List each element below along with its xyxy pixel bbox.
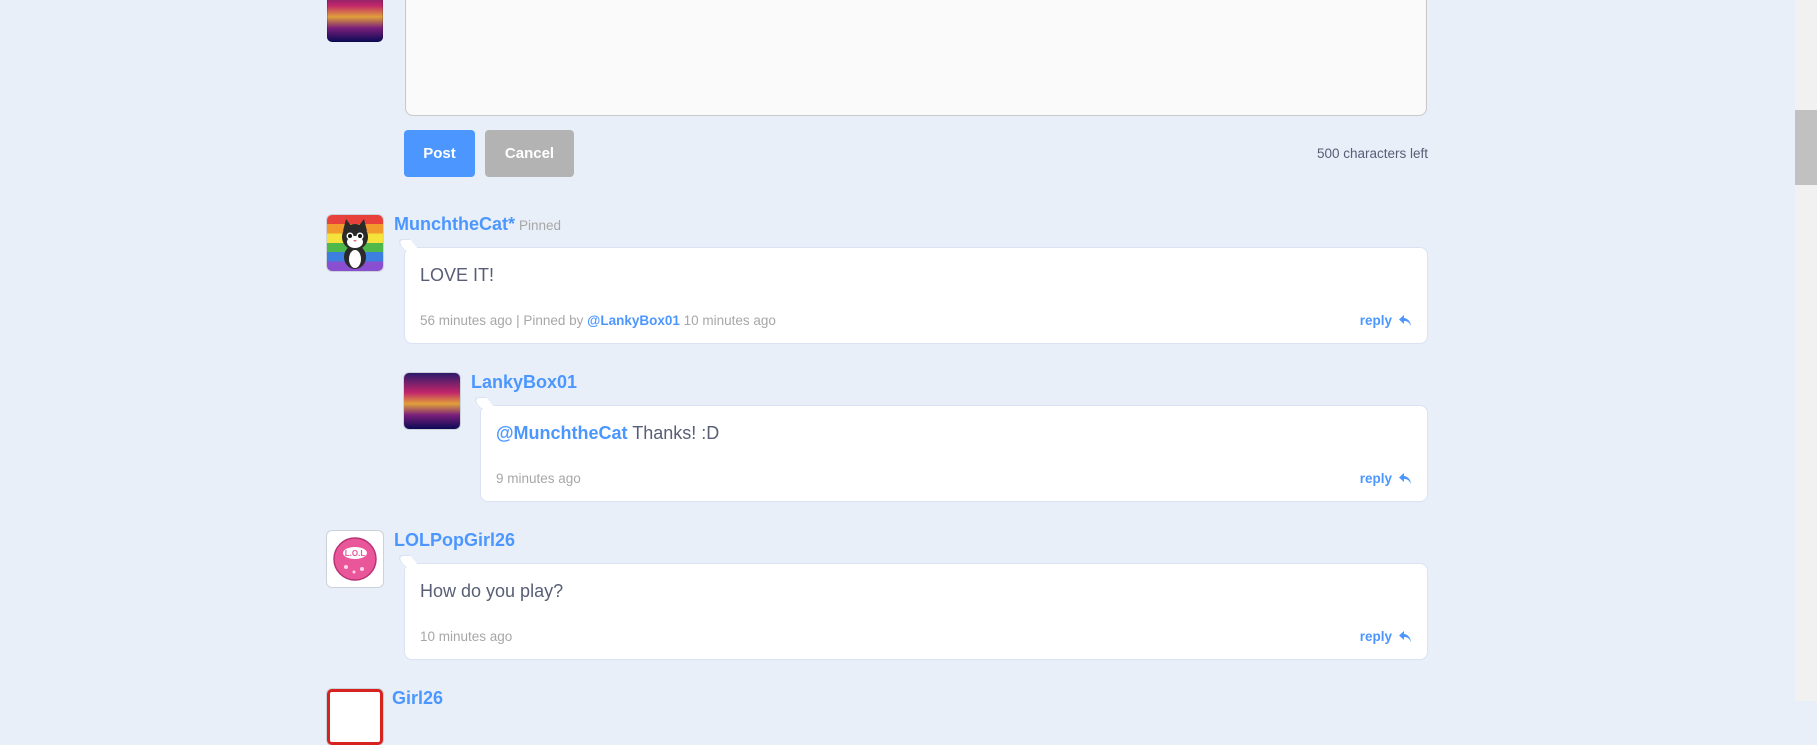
comment-textarea[interactable] <box>405 0 1427 116</box>
comment-time: 10 minutes ago <box>420 629 513 644</box>
comment-meta: 56 minutes ago | Pinned by @LankyBox01 1… <box>420 313 776 328</box>
reply-time: 9 minutes ago <box>496 471 581 486</box>
pinned-by-user-link[interactable]: @LankyBox01 <box>587 313 680 328</box>
reply-bubble: @MunchtheCat Thanks! :D 9 minutes ago re… <box>480 405 1428 502</box>
pinned-label: Pinned <box>519 218 562 233</box>
lol-ball-avatar-icon: L.O.L <box>333 537 377 581</box>
scrollbar-track[interactable] <box>1795 0 1817 701</box>
characters-left-counter: 500 characters left <box>1316 146 1428 161</box>
comment-time: 56 minutes ago <box>420 313 513 328</box>
svg-text:L.O.L: L.O.L <box>345 549 366 558</box>
reply-button[interactable]: reply <box>1360 313 1412 328</box>
reply-button[interactable]: reply <box>1360 471 1412 486</box>
reply-arrow-icon <box>1399 631 1411 642</box>
reply-arrow-icon <box>1399 315 1411 326</box>
comment-username[interactable]: MunchtheCat* <box>394 214 515 235</box>
mention-link[interactable]: @MunchtheCat <box>496 423 628 443</box>
reply-arrow-icon <box>1399 473 1411 484</box>
cancel-button[interactable]: Cancel <box>485 130 574 177</box>
post-button[interactable]: Post <box>404 130 475 177</box>
comment-text: LOVE IT! <box>420 265 495 285</box>
reply-meta: 9 minutes ago <box>496 471 581 486</box>
avatar-lolpopgirl26[interactable]: L.O.L <box>327 531 383 587</box>
reply-body: Thanks! :D <box>627 423 720 443</box>
reply-label: reply <box>1359 313 1392 328</box>
comment-bubble: LOVE IT! 56 minutes ago | Pinned by @Lan… <box>404 247 1428 344</box>
reply-label: reply <box>1359 471 1392 486</box>
comment-bubble: How do you play? 10 minutes ago reply <box>404 563 1428 660</box>
avatar-girl26[interactable] <box>327 689 383 745</box>
comment-meta: 10 minutes ago <box>420 629 512 644</box>
reply-label: reply <box>1359 629 1392 644</box>
avatar-lankybox01[interactable] <box>404 373 460 429</box>
comment-username[interactable]: LOLPopGirl26 <box>394 530 515 550</box>
pinned-time: 10 minutes ago <box>683 313 776 328</box>
composer-user-avatar <box>327 0 383 42</box>
pinned-by-label: | Pinned by <box>516 313 584 328</box>
cat-avatar-icon <box>342 219 368 269</box>
reply-text: @MunchtheCat Thanks! :D <box>496 423 719 444</box>
reply-button[interactable]: reply <box>1360 629 1412 644</box>
comment-username[interactable]: Girl26 <box>392 688 443 708</box>
reply-username[interactable]: LankyBox01 <box>471 372 577 392</box>
avatar-munchthecat[interactable] <box>327 215 383 271</box>
scrollbar-thumb[interactable] <box>1795 110 1817 185</box>
comment-text: How do you play? <box>420 581 564 601</box>
